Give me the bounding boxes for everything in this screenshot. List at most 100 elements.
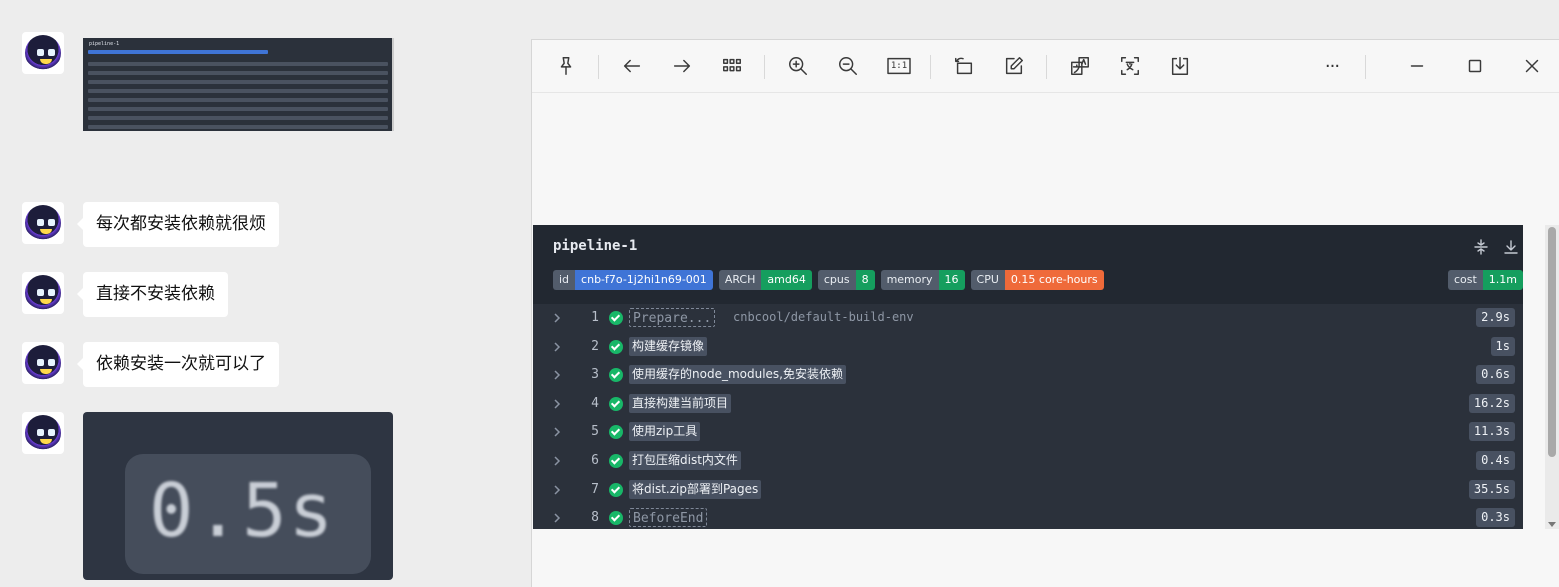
avatar-face <box>25 415 61 451</box>
zoomed-duration-image[interactable]: 0.5s <box>83 412 393 580</box>
zoomed-duration-text: 0.5s <box>149 468 336 554</box>
badge-key: ARCH <box>718 270 762 290</box>
image-viewer-window: 1:1 ··· pipeline-1 id cnb-f7o-1j2hi1n69-… <box>531 39 1559 587</box>
avatar-face <box>25 35 61 71</box>
forward-icon[interactable] <box>669 53 695 79</box>
step-name: BeforeEnd <box>629 508 708 528</box>
badge-key: cost <box>1447 270 1483 290</box>
pin-icon[interactable] <box>553 53 579 79</box>
step-number: 5 <box>591 424 599 440</box>
badge-cpu-hours: CPU 0.15 core-hours <box>970 270 1104 290</box>
step-row[interactable]: 5 使用zip工具 11.3s <box>533 418 1523 447</box>
chevron-right-icon[interactable] <box>552 311 562 325</box>
step-duration: 16.2s <box>1468 393 1515 413</box>
back-icon[interactable] <box>619 53 645 79</box>
chevron-right-icon[interactable] <box>552 340 562 354</box>
maximize-icon[interactable] <box>1462 53 1488 79</box>
badge-arch: ARCH amd64 <box>718 270 812 290</box>
chat-panel: pipeline-1 每次都安装依赖就很烦 直接不安装依赖 依赖安装一次就可以了… <box>0 0 530 587</box>
chat-message[interactable]: 依赖安装一次就可以了 <box>77 342 279 387</box>
step-row[interactable]: 4 直接构建当前项目 16.2s <box>533 390 1523 419</box>
pipeline-thumbnail-image[interactable]: pipeline-1 <box>83 38 394 131</box>
chevron-right-icon[interactable] <box>552 397 562 411</box>
badge-value: 16 <box>938 270 965 290</box>
pipeline-header: pipeline-1 id cnb-f7o-1j2hi1n69-001 ARCH a… <box>533 225 1523 304</box>
more-icon[interactable]: ··· <box>1319 53 1345 79</box>
thumbnail-row <box>88 98 388 102</box>
translate-icon[interactable] <box>1067 53 1093 79</box>
thumbnail-row <box>88 80 388 84</box>
avatar[interactable] <box>22 32 64 74</box>
avatar[interactable] <box>22 272 64 314</box>
close-icon[interactable] <box>1519 53 1545 79</box>
download-icon[interactable] <box>1167 53 1193 79</box>
step-number: 4 <box>591 395 599 411</box>
step-row[interactable]: 8 BeforeEnd 0.3s <box>533 504 1523 533</box>
thumbnail-title: pipeline-1 <box>89 41 120 47</box>
success-check-icon <box>609 425 623 440</box>
vertical-scrollbar[interactable] <box>1545 225 1559 529</box>
thumbnail-row <box>88 116 388 120</box>
chevron-right-icon[interactable] <box>552 483 562 497</box>
success-check-icon <box>609 511 623 526</box>
step-duration: 0.4s <box>1476 450 1515 470</box>
zoom-in-icon[interactable] <box>785 53 811 79</box>
minimize-icon[interactable] <box>1404 53 1430 79</box>
scrollbar-thumb[interactable] <box>1548 227 1556 457</box>
step-row[interactable]: 1 Prepare... cnbcool/default-build-env 2… <box>533 304 1523 333</box>
download-log-icon[interactable] <box>1503 239 1519 255</box>
badge-value: 0.15 core-hours <box>1004 270 1104 290</box>
step-duration: 35.5s <box>1468 479 1515 499</box>
step-row[interactable]: 3 使用缓存的node_modules,免安装依赖 0.6s <box>533 361 1523 390</box>
badge-value: amd64 <box>761 270 812 290</box>
success-check-icon <box>609 482 623 497</box>
step-number: 2 <box>591 338 599 354</box>
chat-message[interactable]: 每次都安装依赖就很烦 <box>77 202 279 247</box>
grid-icon[interactable] <box>719 53 745 79</box>
avatar-face <box>25 205 61 241</box>
step-name: 直接构建当前项目 <box>629 393 732 413</box>
chevron-right-icon[interactable] <box>552 511 562 525</box>
rotate-icon[interactable] <box>951 53 977 79</box>
thumbnail-row <box>88 125 388 129</box>
zoom-out-icon[interactable] <box>835 53 861 79</box>
chat-message[interactable]: 直接不安装依赖 <box>77 272 228 317</box>
toolbar-divider <box>1365 55 1366 79</box>
pipeline-steps: 1 Prepare... cnbcool/default-build-env 2… <box>533 304 1523 533</box>
scroll-down-arrow-icon[interactable] <box>1548 522 1556 527</box>
thumbnail-row <box>88 62 388 66</box>
step-row[interactable]: 7 将dist.zip部署到Pages 35.5s <box>533 476 1523 505</box>
step-row[interactable]: 2 构建缓存镜像 1s <box>533 333 1523 362</box>
avatar[interactable] <box>22 412 64 454</box>
edit-icon[interactable] <box>1001 53 1027 79</box>
success-check-icon <box>609 368 623 383</box>
step-number: 1 <box>591 310 599 325</box>
chevron-right-icon[interactable] <box>552 454 562 468</box>
toolbar-divider <box>598 55 599 79</box>
success-check-icon <box>609 311 623 325</box>
badge-key: CPU <box>970 270 1005 290</box>
step-number: 3 <box>591 367 599 383</box>
badge-id: id cnb-f7o-1j2hi1n69-001 <box>553 270 713 290</box>
avatar[interactable] <box>22 342 64 384</box>
avatar[interactable] <box>22 202 64 244</box>
step-name: Prepare... <box>629 308 716 327</box>
badge-value: cnb-f7o-1j2hi1n69-001 <box>575 270 713 290</box>
badge-value: 1.1m <box>1482 270 1523 290</box>
toolbar-divider <box>764 55 765 79</box>
ocr-icon[interactable] <box>1117 53 1143 79</box>
step-duration: 0.3s <box>1476 508 1515 528</box>
actual-size-icon[interactable]: 1:1 <box>885 53 913 79</box>
chevron-right-icon[interactable] <box>552 368 562 382</box>
viewer-toolbar: 1:1 ··· <box>532 40 1559 93</box>
step-name: 构建缓存镜像 <box>629 336 708 356</box>
badge-key: cpus <box>817 270 856 290</box>
thumbnail-row <box>88 107 388 111</box>
step-duration: 2.9s <box>1476 308 1515 327</box>
step-name: 将dist.zip部署到Pages <box>629 479 762 499</box>
chevron-right-icon[interactable] <box>552 425 562 439</box>
step-number: 7 <box>591 481 599 497</box>
expand-collapse-icon[interactable] <box>1473 239 1489 255</box>
step-duration: 11.3s <box>1468 422 1515 442</box>
step-row[interactable]: 6 打包压缩dist内文件 0.4s <box>533 447 1523 476</box>
